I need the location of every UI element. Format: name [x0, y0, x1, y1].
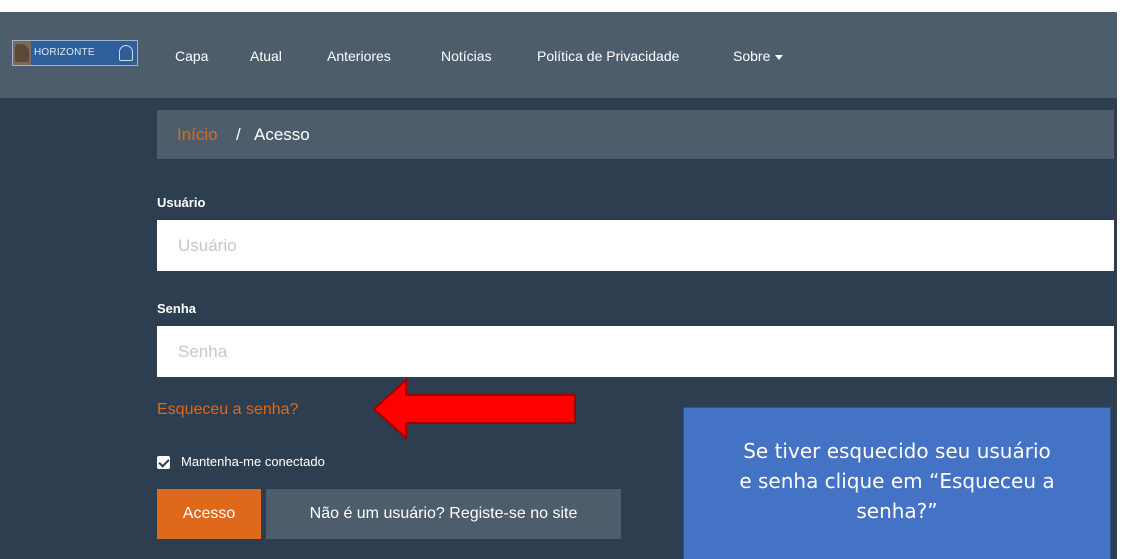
check-icon	[158, 456, 170, 468]
password-input[interactable]	[157, 326, 1114, 377]
breadcrumb: Início / Acesso	[157, 110, 1114, 159]
breadcrumb-current: Acesso	[254, 125, 310, 144]
navbar: HORIZONTE Capa Atual Anteriores Notícias…	[0, 12, 1117, 98]
annotation-callout: Se tiver esquecido seu usuário e senha c…	[683, 407, 1111, 559]
nav-item-anteriores[interactable]: Anteriores	[327, 48, 391, 64]
login-button[interactable]: Acesso	[157, 489, 261, 539]
callout-line-3: senha?”	[856, 499, 938, 523]
callout-line-2: e senha clique em “Esqueceu a	[739, 469, 1055, 493]
site-logo[interactable]: HORIZONTE	[12, 40, 138, 66]
caret-down-icon	[775, 54, 784, 60]
username-input[interactable]	[157, 220, 1114, 271]
forgot-password-link[interactable]: Esqueceu a senha?	[157, 401, 298, 419]
password-label: Senha	[157, 301, 197, 316]
remember-me-label: Mantenha-me conectado	[181, 454, 325, 469]
breadcrumb-separator: /	[236, 125, 241, 144]
nav-item-noticias[interactable]: Notícias	[441, 48, 492, 64]
nav-item-politica-privacidade[interactable]: Política de Privacidade	[537, 48, 679, 64]
logo-mark-icon	[15, 44, 29, 62]
nav-item-capa[interactable]: Capa	[175, 48, 208, 64]
logo-text: HORIZONTE	[34, 47, 95, 58]
nav-dropdown-label: Sobre	[733, 48, 771, 64]
logo-emblem-icon	[119, 45, 133, 61]
remember-me-checkbox[interactable]	[157, 456, 170, 469]
breadcrumb-home-link[interactable]: Início	[177, 110, 218, 159]
page-screen: HORIZONTE Capa Atual Anteriores Notícias…	[0, 12, 1117, 559]
callout-line-1: Se tiver esquecido seu usuário	[743, 439, 1051, 463]
register-button[interactable]: Não é um usuário? Registe-se no site	[266, 489, 621, 539]
username-label: Usuário	[157, 195, 206, 210]
annotation-arrow-icon	[372, 378, 576, 440]
nav-dropdown-sobre[interactable]: Sobre	[733, 48, 784, 64]
nav-item-atual[interactable]: Atual	[250, 48, 282, 64]
